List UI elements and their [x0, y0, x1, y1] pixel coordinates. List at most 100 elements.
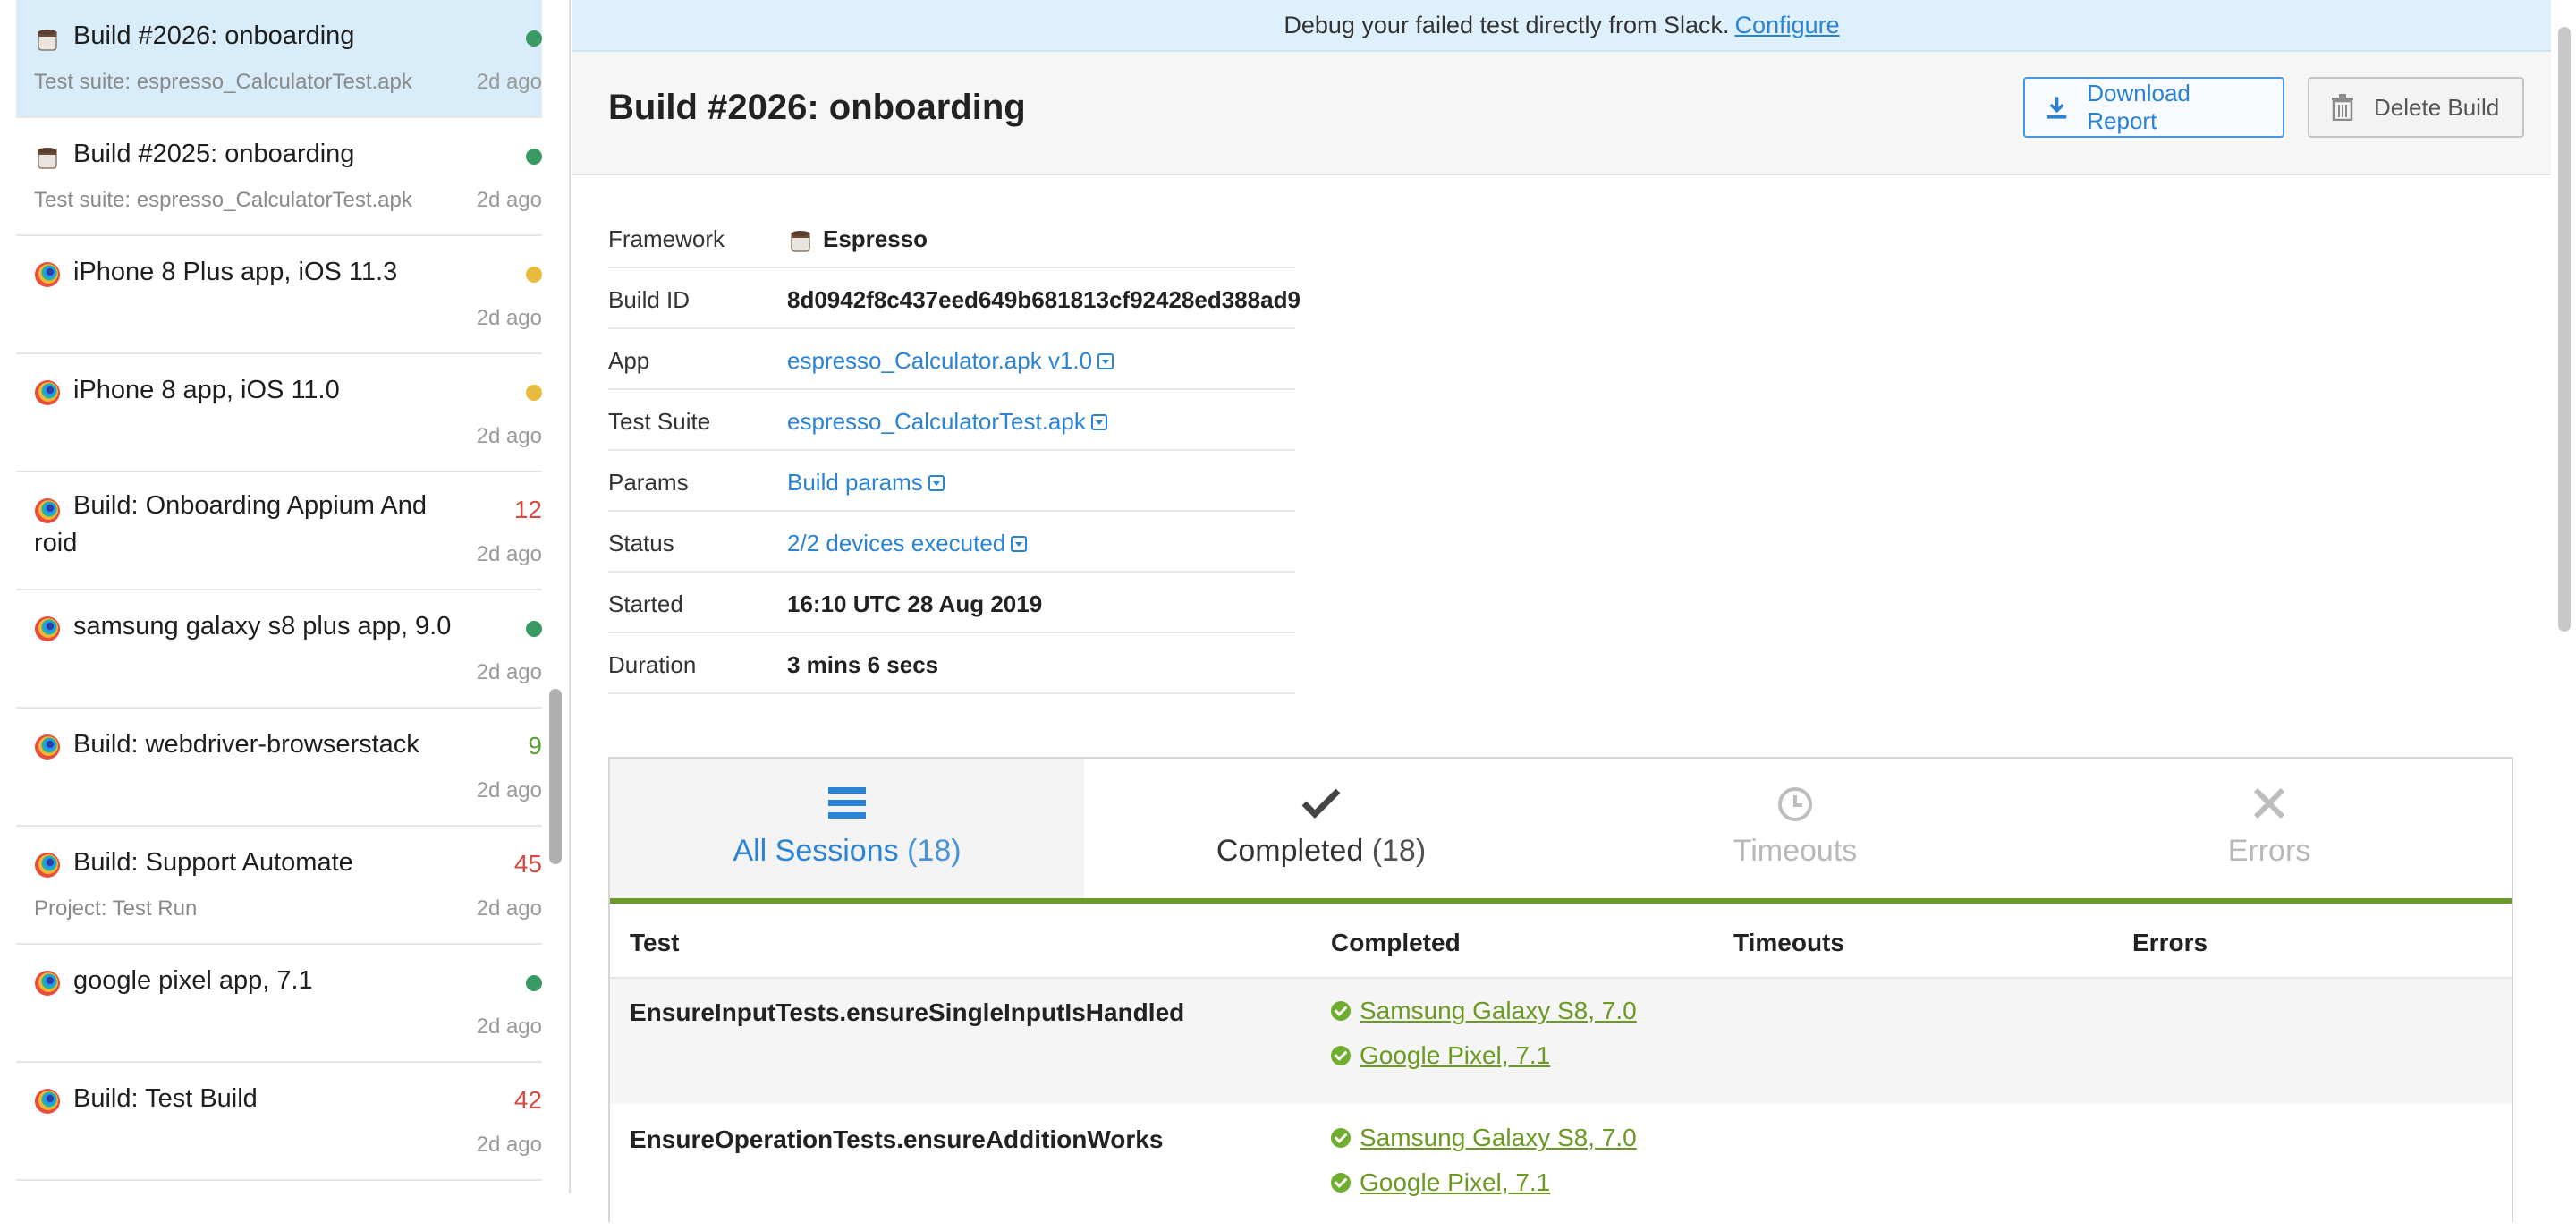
browserstack-icon	[35, 380, 60, 405]
device-link[interactable]: Samsung Galaxy S8, 7.0	[1331, 997, 1637, 1025]
build-title: google pixel app, 7.1	[73, 966, 313, 995]
framework-label: Framework	[608, 225, 725, 252]
build-header: Build #2026: onboarding Download Report …	[572, 52, 2551, 175]
build-time: 2d ago	[476, 778, 542, 802]
build-count: 42	[513, 1086, 542, 1114]
build-count: 12	[513, 496, 542, 523]
build-list-item[interactable]: Build: Onboarding Appium And roid 12 2d …	[16, 472, 542, 590]
build-subtitle: Test suite: espresso_CalculatorTest.apk	[34, 188, 412, 212]
status-dot	[526, 975, 542, 991]
info-row-started: Started 16:10 UTC 28 Aug 2019	[608, 573, 1295, 633]
status-label: Status	[608, 530, 674, 556]
status-dot	[526, 621, 542, 637]
tab-timeouts[interactable]: Timeouts	[1558, 759, 2032, 898]
test-suite-link[interactable]: espresso_CalculatorTest.apk	[787, 408, 1107, 436]
build-time: 2d ago	[476, 306, 542, 330]
info-row-duration: Duration 3 mins 6 secs	[608, 633, 1295, 694]
device-name: Samsung Galaxy S8, 7.0	[1360, 1124, 1637, 1151]
dropdown-icon[interactable]	[1090, 413, 1107, 430]
download-report-label: Download Report	[2087, 80, 2190, 134]
status-dot	[526, 149, 542, 165]
col-errors: Errors	[2132, 929, 2208, 956]
table-row: EnsureOperationTests.ensureAdditionWorks…	[610, 1106, 2512, 1231]
params-value: Build params	[787, 469, 923, 496]
tab-completed[interactable]: Completed (18)	[1084, 759, 1558, 898]
status-link[interactable]: 2/2 devices executed	[787, 530, 1028, 557]
build-time: 2d ago	[476, 1133, 542, 1157]
tab-errors[interactable]: Errors	[2032, 759, 2506, 898]
build-count: 9	[528, 732, 542, 760]
session-tabs: All Sessions (18) Completed (18) Timeout…	[610, 759, 2512, 904]
sessions-panel: All Sessions (18) Completed (18) Timeout…	[608, 757, 2513, 1231]
espresso-icon	[38, 148, 57, 169]
trash-icon	[2332, 94, 2353, 121]
framework-value: Espresso	[787, 225, 928, 253]
params-link[interactable]: Build params	[787, 469, 945, 497]
banner-text: Debug your failed test directly from Sla…	[1284, 11, 1730, 38]
tab-errors-label: Errors	[2227, 834, 2311, 868]
build-list-item[interactable]: samsung galaxy s8 plus app, 9.0 2d ago	[16, 590, 542, 709]
col-timeouts: Timeouts	[1733, 929, 1844, 956]
main-scrollbar[interactable]	[2558, 27, 2571, 632]
browserstack-icon	[35, 1089, 60, 1114]
build-list-item[interactable]: Build: webdriver-browserstack 9 2d ago	[16, 709, 542, 827]
dropdown-icon[interactable]	[1011, 535, 1028, 552]
build-time: 2d ago	[476, 1015, 542, 1039]
tab-timeouts-label: Timeouts	[1733, 834, 1858, 868]
download-report-button[interactable]: Download Report	[2023, 77, 2284, 138]
delete-build-button[interactable]: Delete Build	[2308, 77, 2524, 138]
info-row-status: Status 2/2 devices executed	[608, 512, 1295, 573]
list-icon	[828, 787, 866, 819]
dropdown-icon[interactable]	[1097, 352, 1114, 369]
close-icon	[2253, 787, 2285, 819]
info-row-build-id: Build ID 8d0942f8c437eed649b681813cf9242…	[608, 268, 1301, 329]
build-title: Build #2026: onboarding	[73, 21, 355, 50]
check-circle-icon	[1331, 1173, 1351, 1193]
tab-completed-label: Completed	[1216, 834, 1364, 868]
device-name: Samsung Galaxy S8, 7.0	[1360, 997, 1637, 1024]
build-list-item[interactable]: google pixel app, 7.1 2d ago	[16, 945, 542, 1063]
device-name: Google Pixel, 7.1	[1360, 1041, 1551, 1069]
pane-divider[interactable]	[569, 0, 571, 1193]
device-name: Google Pixel, 7.1	[1360, 1168, 1551, 1196]
build-subtitle: Test suite: espresso_CalculatorTest.apk	[34, 70, 412, 94]
sidebar-scrollbar[interactable]	[549, 689, 562, 864]
app-label: App	[608, 347, 650, 374]
download-icon	[2046, 97, 2067, 119]
col-test: Test	[630, 929, 680, 956]
build-list-item[interactable]: iPhone 8 app, iOS 11.0 2d ago	[16, 354, 542, 472]
check-circle-icon	[1331, 1001, 1351, 1021]
clock-icon	[1778, 787, 1812, 821]
device-link[interactable]: Google Pixel, 7.1	[1331, 1041, 1550, 1070]
status-dot	[526, 267, 542, 283]
tab-all-count: (18)	[907, 834, 962, 868]
browserstack-icon	[35, 853, 60, 878]
test-suite-label: Test Suite	[608, 408, 711, 435]
build-time: 2d ago	[476, 542, 542, 566]
build-list-item[interactable]: Build #2026: onboarding Test suite: espr…	[16, 0, 542, 118]
info-row-framework: Framework Espresso	[608, 208, 1295, 268]
device-link[interactable]: Google Pixel, 7.1	[1331, 1168, 1550, 1197]
build-list-item[interactable]: Build #2025: onboarding Test suite: espr…	[16, 118, 542, 236]
build-time: 2d ago	[476, 660, 542, 684]
build-list-sidebar: Build #2026: onboarding Test suite: espr…	[0, 0, 569, 1193]
duration-value: 3 mins 6 secs	[787, 651, 939, 678]
params-label: Params	[608, 469, 689, 496]
configure-link[interactable]: Configure	[1735, 12, 1840, 39]
build-list-item[interactable]: Build: Test Build 42 2d ago	[16, 1063, 542, 1181]
status-value: 2/2 devices executed	[787, 530, 1006, 556]
browserstack-icon	[35, 971, 60, 996]
build-list-item[interactable]: Build: Support Automate 45 Project: Test…	[16, 827, 542, 945]
build-time: 2d ago	[476, 188, 542, 212]
tab-all-sessions[interactable]: All Sessions (18)	[610, 759, 1084, 898]
dropdown-icon[interactable]	[928, 474, 945, 491]
test-suite-value: espresso_CalculatorTest.apk	[787, 408, 1086, 435]
duration-label: Duration	[608, 651, 697, 678]
checkmark-icon	[1301, 788, 1341, 819]
build-title: Build: webdriver-browserstack	[73, 730, 419, 759]
build-list-item[interactable]: iPhone 8 Plus app, iOS 11.3 2d ago	[16, 236, 542, 354]
device-link[interactable]: Samsung Galaxy S8, 7.0	[1331, 1124, 1637, 1152]
app-link[interactable]: espresso_Calculator.apk v1.0	[787, 347, 1114, 375]
delete-build-label: Delete Build	[2374, 93, 2500, 121]
browserstack-icon	[35, 616, 60, 641]
